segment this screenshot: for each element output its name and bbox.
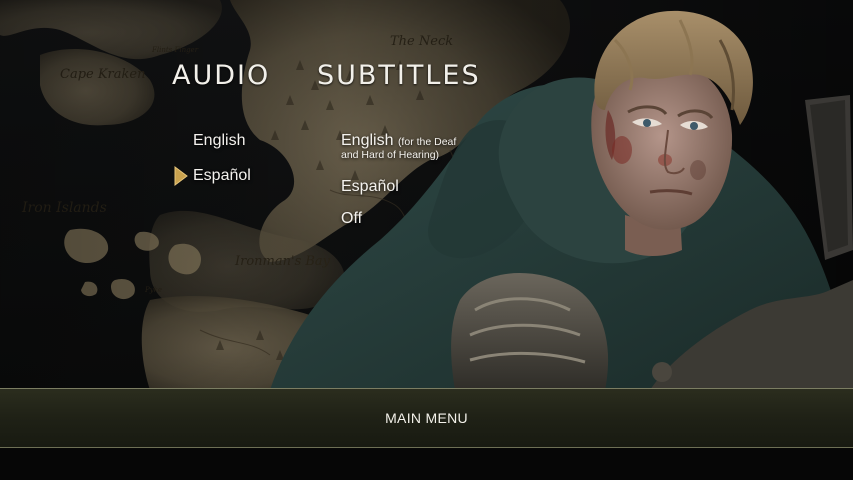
- subtitle-option-english-label: English: [341, 132, 394, 149]
- subtitle-option-english-note-line2: and Hard of Hearing): [341, 149, 440, 161]
- subtitle-option-english-note: (for the Deaf: [397, 136, 457, 148]
- audio-option-english-label: English: [193, 132, 246, 149]
- map-label-pyke: Pyke: [144, 286, 162, 294]
- subtitle-option-english-sdh[interactable]: English (for the Deaf and Hard of Hearin…: [341, 133, 456, 161]
- subtitle-option-off-label: Off: [341, 210, 363, 227]
- play-arrow-icon: [174, 166, 188, 186]
- menu-background: Cape Kraken Iron Islands Ironman's Bay T…: [0, 0, 853, 390]
- map-label-iron-islands: Iron Islands: [21, 200, 107, 216]
- audio-heading: AUDIO: [172, 60, 271, 91]
- footer-bar: MAIN MENU: [0, 388, 853, 448]
- map-label-flints-finger: Flints Finger: [151, 46, 199, 54]
- main-menu-button[interactable]: MAIN MENU: [0, 389, 853, 447]
- subtitle-option-off[interactable]: Off: [341, 210, 362, 228]
- subtitle-option-espanol-label: Español: [341, 178, 399, 195]
- map-label-cape-kraken: Cape Kraken: [60, 67, 145, 82]
- bottom-letterbox: [0, 448, 853, 480]
- audio-option-espanol-label: Español: [193, 167, 251, 184]
- subtitle-option-espanol[interactable]: Español: [341, 178, 399, 196]
- audio-option-espanol[interactable]: Español: [193, 167, 251, 185]
- subtitles-heading: SUBTITLES: [317, 60, 481, 91]
- audio-option-english[interactable]: English: [193, 132, 245, 150]
